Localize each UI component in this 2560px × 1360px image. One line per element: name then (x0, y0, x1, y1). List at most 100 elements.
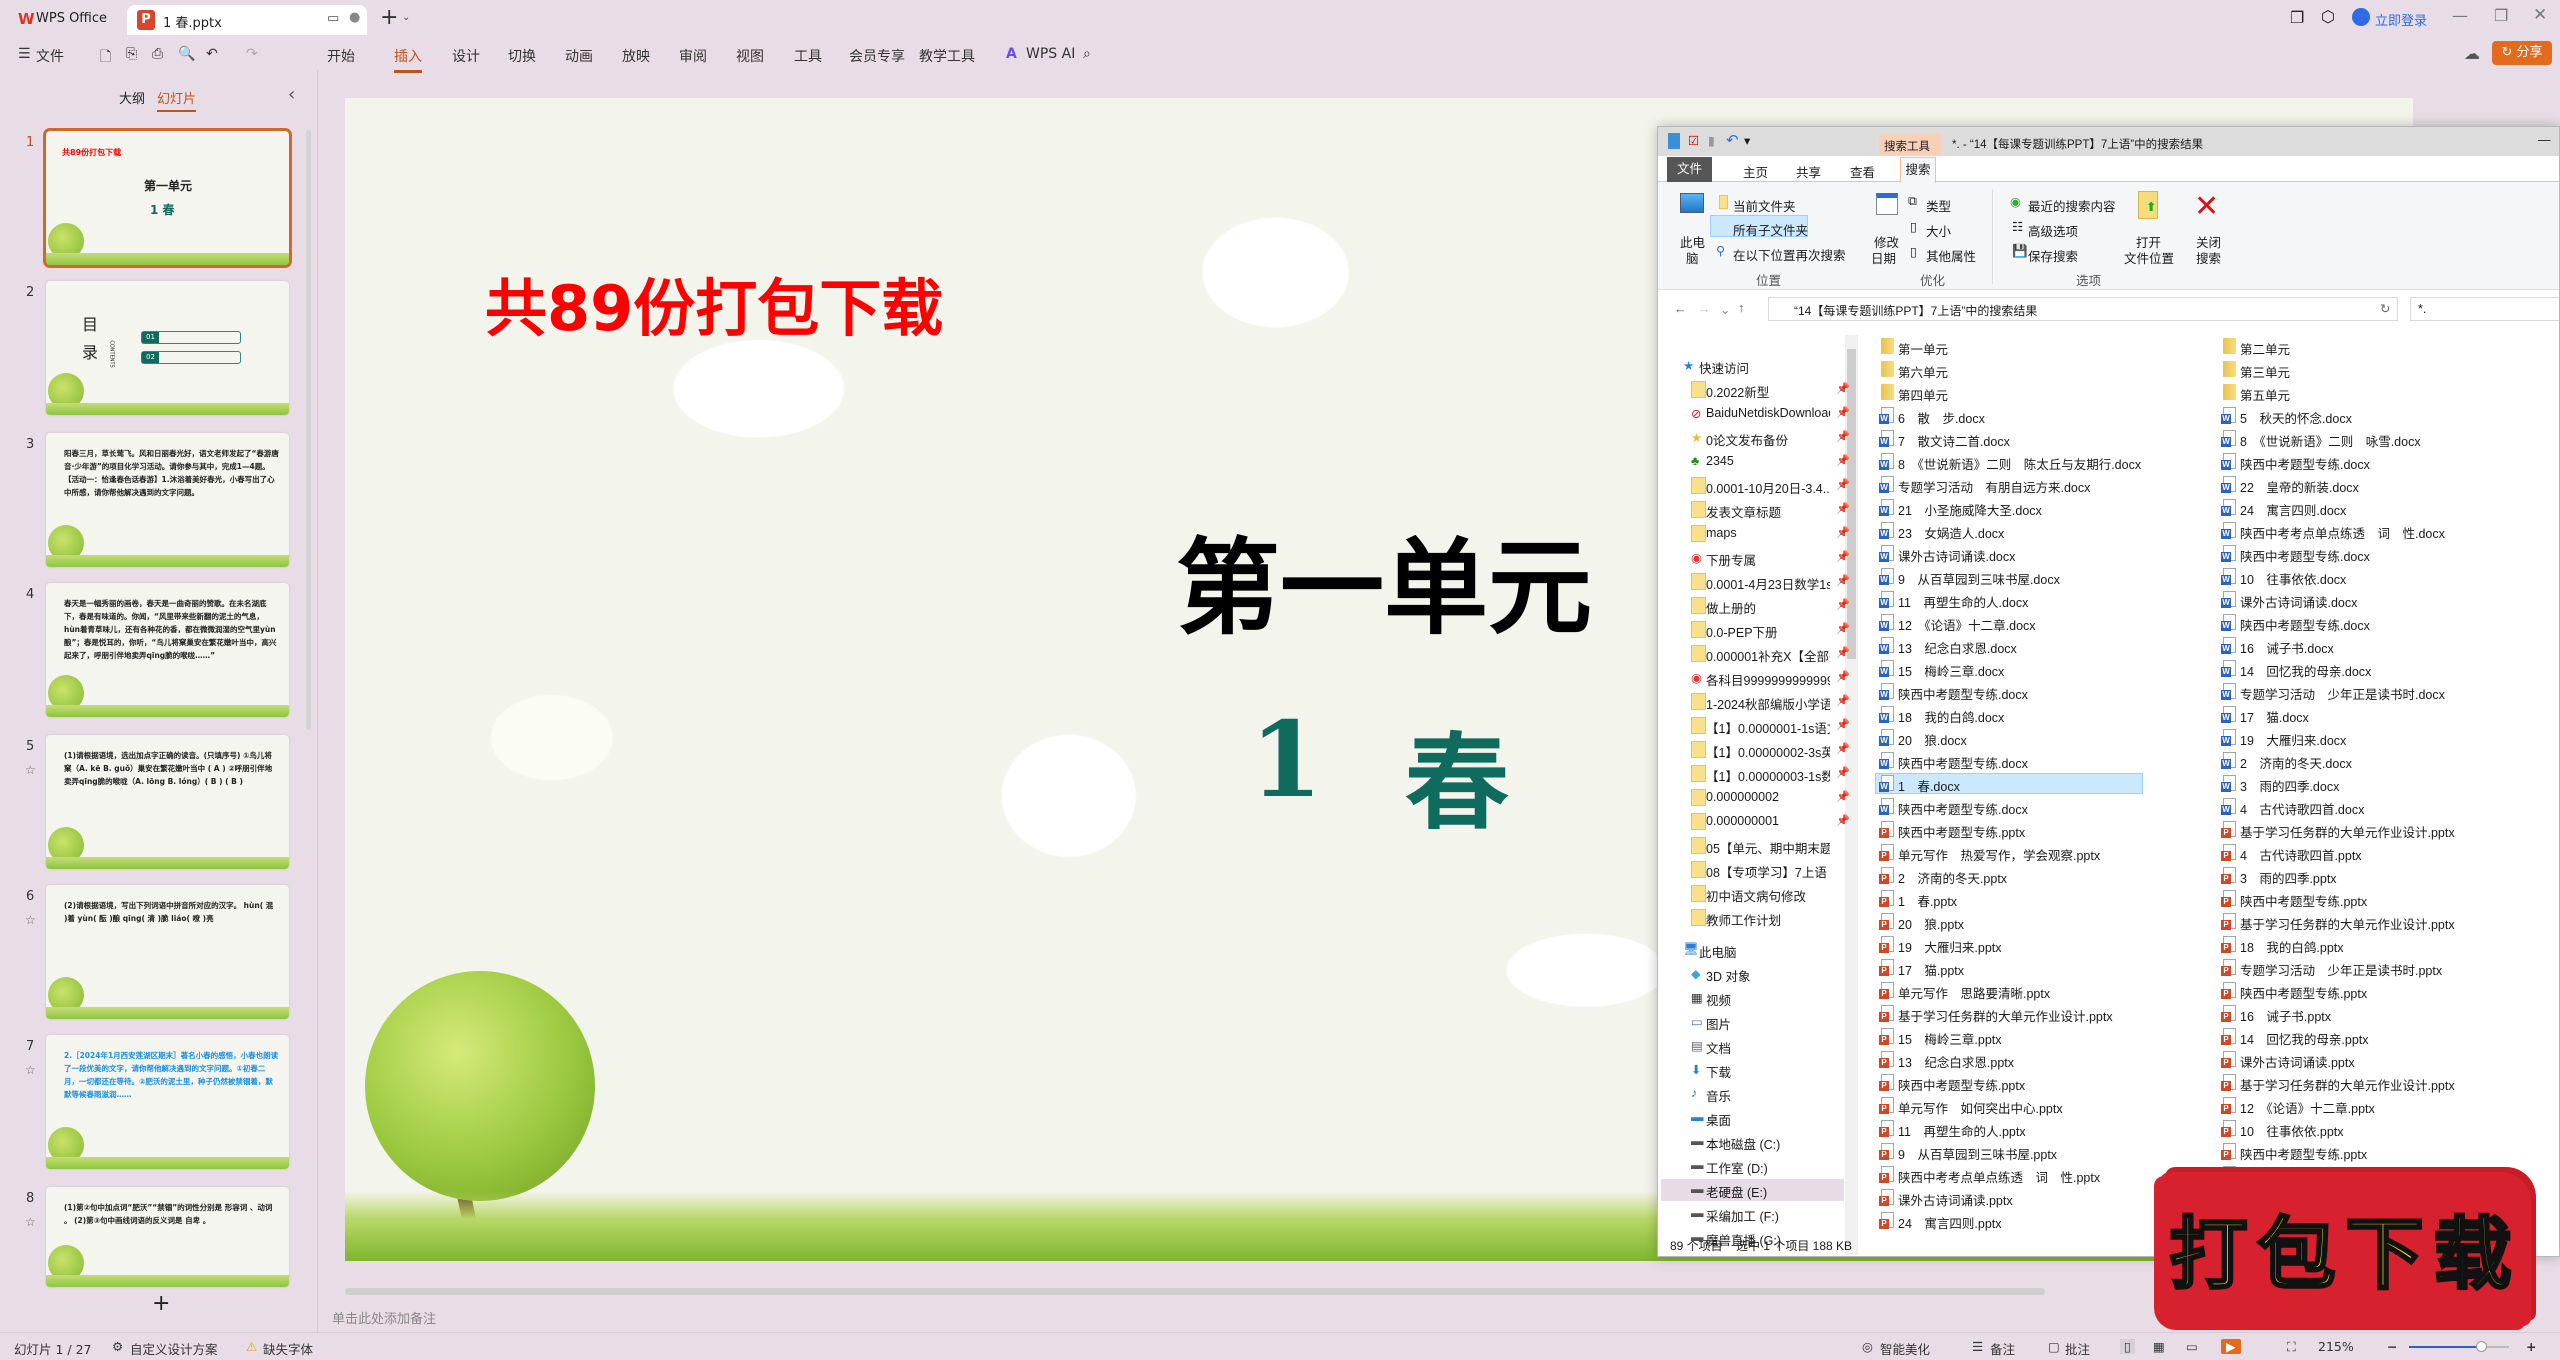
nav-item[interactable]: 下册专属 (1706, 550, 1756, 569)
monitor-icon[interactable]: ▭ (327, 11, 339, 26)
file-item[interactable]: 第六单元 (1898, 362, 1948, 381)
tab-outline[interactable]: 大纲 (119, 88, 145, 107)
search-icon[interactable]: ⌕ (1083, 46, 1091, 62)
nav-item[interactable]: 0论文发布备份 (1706, 430, 1788, 449)
file-item[interactable]: 21 小圣施威降大圣.docx (1898, 500, 2042, 519)
kind-button[interactable]: 类型 (1926, 196, 1951, 215)
slide-banner[interactable]: 共89份打包下载 (485, 258, 943, 348)
pin-icon[interactable]: 📌 (1836, 550, 1850, 563)
document-tab[interactable]: P 1 春.pptx ▭ ● (127, 5, 367, 35)
file-item[interactable]: 基于学习任务群的大单元作业设计.pptx (2240, 1075, 2455, 1094)
nav-item[interactable]: 初中语文病句修改 (1706, 886, 1806, 905)
window-layout-icon[interactable]: ❐ (2290, 8, 2304, 27)
undo-icon[interactable]: ↶ (1726, 131, 1739, 149)
nav-item[interactable]: 图片 (1706, 1014, 1731, 1033)
file-item[interactable]: 陕西中考题型专练.docx (2240, 454, 2370, 473)
nav-item[interactable]: 2345 (1706, 454, 1734, 468)
nav-item[interactable]: 0.0-PEP下册 (1706, 622, 1778, 641)
nav-item[interactable]: 0.000001补充X【全部完成 (1706, 646, 1830, 665)
pin-icon[interactable]: 📌 (1836, 502, 1850, 515)
horizontal-scrollbar[interactable] (345, 1288, 2045, 1295)
nav-item[interactable]: 0.000000002 (1706, 790, 1779, 804)
forward-button[interactable]: → (1698, 302, 1711, 316)
slide-thumbnail[interactable]: 目录 CONTENTS 01 02 (46, 281, 289, 415)
file-item[interactable]: 课外古诗词诵读.docx (2240, 592, 2357, 611)
nav-item[interactable]: 【1】0.00000002-3s英语- (1706, 742, 1830, 761)
login-link[interactable]: 立即登录 (2375, 10, 2427, 29)
design-scheme-button[interactable]: 自定义设计方案 (130, 1339, 218, 1358)
slide-thumbnail[interactable]: 共89份打包下载 第一单元 1 春 (43, 128, 292, 268)
nav-item[interactable]: 各科目999999999999999 (1706, 670, 1830, 689)
file-item[interactable]: 单元写作 热爱写作，学会观察.pptx (1898, 845, 2100, 864)
normal-view-icon[interactable]: ▯ (2120, 1339, 2135, 1354)
nav-item[interactable]: 0.0001-4月23日数学1s-6x (1706, 574, 1830, 593)
redo-icon[interactable]: ↷ (246, 46, 258, 62)
comments-button[interactable]: 批注 (2065, 1339, 2090, 1358)
grid-view-icon[interactable]: ▦ (2153, 1339, 2165, 1354)
menu-item-2[interactable]: 设计 (452, 46, 480, 66)
slide-thumbnail[interactable]: 春天是一幅秀丽的画卷，春天是一曲奇丽的赞歌。在未名湖底下，春是有味道的。你闻，“… (46, 583, 289, 717)
current-folder-button[interactable]: 当前文件夹 (1733, 196, 1796, 215)
file-item[interactable]: 专题学习活动 有朋自远方来.docx (1898, 477, 2090, 496)
menu-item-1[interactable]: 插入 (394, 46, 422, 73)
pin-icon[interactable]: 📌 (1836, 694, 1850, 707)
zoom-in-button[interactable]: + (2526, 1339, 2536, 1354)
file-item[interactable]: 陕西中考题型专练.docx (1898, 799, 2028, 818)
file-item[interactable]: 第三单元 (2240, 362, 2290, 381)
file-item[interactable]: 陕西中考题型专练.docx (2240, 615, 2370, 634)
file-item[interactable]: 16 诫子书.docx (2240, 638, 2334, 657)
nav-item[interactable]: 下载 (1706, 1062, 1731, 1081)
ribbon-tab-4[interactable]: 搜索 (1900, 157, 1936, 183)
nav-item[interactable]: 老硬盘 (E:) (1706, 1182, 1767, 1201)
other-properties-button[interactable]: 其他属性 (1926, 246, 1976, 265)
export-icon[interactable]: ⎘ (126, 46, 137, 62)
file-item[interactable]: 15 梅岭三章.pptx (1898, 1029, 2002, 1048)
file-item[interactable]: 6 散 步.docx (1898, 408, 1985, 427)
reading-view-icon[interactable]: ▭ (2186, 1339, 2198, 1354)
pin-icon[interactable]: 📌 (1836, 478, 1850, 491)
pin-icon[interactable]: 📌 (1836, 814, 1850, 827)
close-button[interactable]: ✕ (2533, 5, 2547, 25)
slide-thumbnail[interactable]: 阳春三月，草长莺飞。风和日丽春光好，语文老师发起了“春游唐音·少年游”的项目化学… (46, 433, 289, 567)
pin-icon[interactable]: 📌 (1836, 646, 1850, 659)
pin-icon[interactable]: 📌 (1836, 454, 1850, 467)
print-icon[interactable]: ⎙ (152, 46, 163, 62)
new-tab-button[interactable]: + (380, 5, 398, 30)
wps-ai-button[interactable]: WPS AI (1026, 46, 1075, 62)
file-item[interactable]: 陕西中考考点单点练透 词 性.docx (2240, 523, 2445, 542)
menu-item-7[interactable]: 视图 (736, 46, 764, 66)
nav-item[interactable]: 【1】0.0000001-1s语文7s (1706, 718, 1830, 737)
file-item[interactable]: 19 大雁归来.pptx (1898, 937, 2002, 956)
file-item[interactable]: 13 纪念白求恩.docx (1898, 638, 2017, 657)
star-icon[interactable]: ☆ (25, 913, 36, 927)
cloud-upload-icon[interactable]: ☁ (2464, 44, 2480, 63)
nav-item[interactable]: 0.000000001 (1706, 814, 1779, 828)
ribbon-tab-0[interactable]: 文件 (1667, 157, 1712, 182)
pin-icon[interactable]: 📌 (1836, 382, 1850, 395)
pin-icon[interactable]: 📌 (1836, 406, 1850, 419)
nav-item[interactable]: 发表文章标题 (1706, 502, 1781, 521)
file-item[interactable]: 5 秋天的怀念.docx (2240, 408, 2352, 427)
tab-list-chevron-icon[interactable]: ⌄ (402, 12, 410, 23)
file-item[interactable]: 陕西中考题型专练.pptx (1898, 1075, 2025, 1094)
nav-item[interactable]: 0.0001-10月20日-3.4..5.6_ (1706, 478, 1830, 497)
slide-lesson-number[interactable]: 1 (1250, 698, 1322, 821)
up-button[interactable]: ↑ (1738, 301, 1744, 315)
file-item[interactable]: 8 《世说新语》二则 咏雪.docx (2240, 431, 2421, 450)
panel-scrollbar[interactable] (306, 130, 311, 730)
explorer-minimize-button[interactable]: — (2538, 133, 2551, 147)
file-item[interactable]: 15 梅岭三章.docx (1898, 661, 2004, 680)
user-avatar-icon[interactable] (2352, 8, 2370, 26)
file-item[interactable]: 18 我的白鸽.pptx (2240, 937, 2344, 956)
slide-thumbnail[interactable]: (2)请根据语境，写出下列词语中拼音所对应的汉字。 hùn( 混 )着 yùn(… (46, 885, 289, 1019)
file-item[interactable]: 22 皇帝的新装.docx (2240, 477, 2359, 496)
play-button[interactable]: ▶ (2221, 1339, 2241, 1354)
menu-file[interactable]: 文件 (36, 46, 64, 66)
nav-item[interactable]: 本地磁盘 (C:) (1706, 1134, 1780, 1153)
menu-item-8[interactable]: 工具 (794, 46, 822, 66)
restore-button[interactable]: ❐ (2494, 6, 2508, 25)
modified-date-button-line2[interactable]: 日期 (1871, 248, 1896, 267)
file-item[interactable]: 17 猫.docx (2240, 707, 2309, 726)
pin-icon[interactable]: 📌 (1836, 670, 1850, 683)
missing-font-button[interactable]: 缺失字体 (263, 1339, 313, 1358)
